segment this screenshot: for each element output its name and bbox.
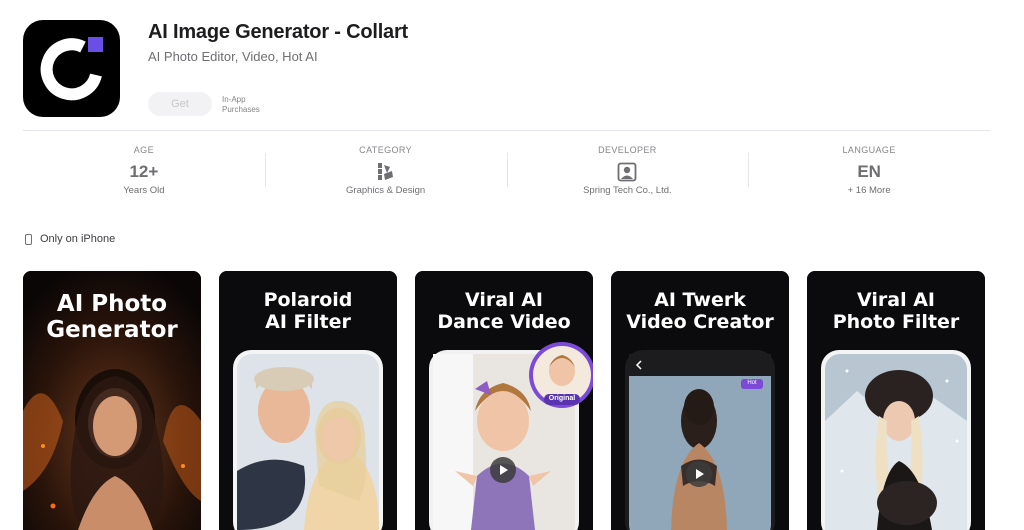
play-icon[interactable] <box>686 461 712 487</box>
screenshot-4[interactable]: AI Twerk Video Creator Hot <box>611 271 789 530</box>
screenshot-5[interactable]: Viral AI Photo Filter <box>807 271 985 530</box>
developer-sub: Spring Tech Co., Ltd. <box>583 185 672 196</box>
category-sub: Graphics & Design <box>346 185 426 196</box>
category-label: CATEGORY <box>359 145 413 155</box>
screenshot-3-title: Viral AI Dance Video <box>415 289 593 334</box>
app-title: AI Image Generator - Collart <box>148 21 409 43</box>
language-label: LANGUAGE <box>842 145 896 155</box>
in-app-purchases-note: In-App Purchases <box>222 95 260 115</box>
app-icon <box>23 20 120 117</box>
language-value: EN <box>857 162 881 181</box>
screenshot-3-line2: Dance Video <box>437 310 571 333</box>
platform-note: Only on iPhone <box>25 233 115 245</box>
iphone-icon <box>25 233 32 245</box>
header-divider <box>23 130 990 131</box>
screenshot-3-line1: Viral AI <box>465 289 543 311</box>
screenshot-4-line2: Video Creator <box>626 310 774 333</box>
screenshot-1-line2: Generator <box>46 317 178 344</box>
in-app-line1: In-App <box>222 95 246 104</box>
screenshot-1-title: AI Photo Generator <box>23 291 201 344</box>
screenshot-2-line1: Polaroid <box>263 289 353 311</box>
screenshot-2[interactable]: Polaroid AI Filter <box>219 271 397 530</box>
screenshot-5-line1: Viral AI <box>857 289 935 311</box>
info-developer[interactable]: DEVELOPER Spring Tech Co., Ltd. <box>506 139 749 209</box>
screenshot-4-title: AI Twerk Video Creator <box>611 289 789 334</box>
screenshot-5-title: Viral AI Photo Filter <box>807 289 985 334</box>
developer-label: DEVELOPER <box>598 145 657 155</box>
info-age[interactable]: AGE 12+ Years Old <box>23 139 265 209</box>
hot-badge: Hot <box>747 380 757 386</box>
developer-person-icon <box>617 161 637 183</box>
play-icon[interactable] <box>490 457 516 483</box>
app-subtitle: AI Photo Editor, Video, Hot AI <box>148 49 318 64</box>
age-sub: Years Old <box>123 185 165 196</box>
screenshot-2-title: Polaroid AI Filter <box>219 289 397 334</box>
info-category[interactable]: CATEGORY Graphics & Design <box>264 139 507 209</box>
platform-note-text: Only on iPhone <box>40 233 116 245</box>
screenshot-3[interactable]: Viral AI Dance Video Original <box>415 271 593 530</box>
age-value: 12+ <box>129 162 159 181</box>
screenshot-1[interactable]: AI Photo Generator <box>23 271 201 530</box>
screenshot-4-line1: AI Twerk <box>654 289 746 311</box>
graphics-design-icon <box>375 161 397 183</box>
in-app-line2: Purchases <box>222 105 260 114</box>
screenshot-1-line1: AI Photo <box>56 291 168 317</box>
info-row: AGE 12+ Years Old CATEGORY Graphics & De… <box>23 139 990 209</box>
age-label: AGE <box>133 145 154 155</box>
original-badge: Original <box>548 395 576 402</box>
get-button[interactable]: Get <box>148 92 212 116</box>
screenshot-2-line2: AI Filter <box>265 310 351 333</box>
language-sub: + 16 More <box>847 185 891 196</box>
collart-logo-icon <box>40 37 103 101</box>
screenshot-gallery[interactable]: AI Photo Generator Polaroid AI Filter Vi… <box>23 271 1024 530</box>
info-language[interactable]: LANGUAGE EN + 16 More <box>748 139 990 209</box>
screenshot-5-line2: Photo Filter <box>832 310 960 333</box>
